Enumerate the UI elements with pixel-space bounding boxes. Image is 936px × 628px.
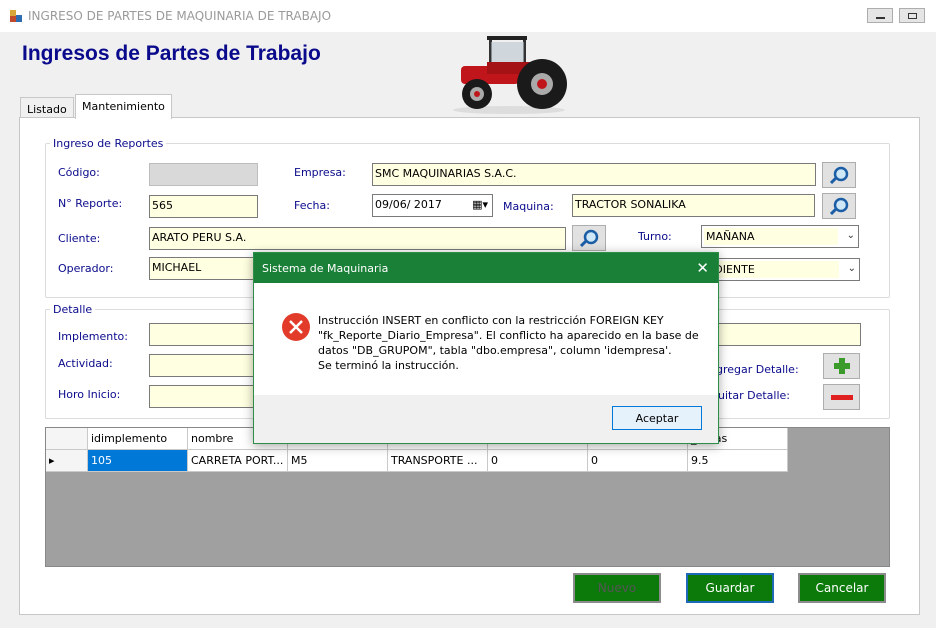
turno-label: Turno:	[638, 230, 672, 243]
grid-row-selector[interactable]: ▸	[46, 450, 88, 472]
dialog-message-line: "fk_Reporte_Diario_Empresa". El conflict…	[318, 329, 699, 342]
horoinicio-field[interactable]	[149, 385, 259, 408]
agregar-detalle-label: gregar Detalle:	[716, 363, 799, 376]
tab-listado[interactable]: Listado	[20, 97, 74, 119]
aceptar-button[interactable]: Aceptar	[612, 406, 702, 430]
chevron-down-icon: ⌄	[847, 263, 856, 274]
nreporte-label: N° Reporte:	[58, 197, 123, 210]
search-icon	[580, 229, 599, 247]
codigo-field[interactable]	[149, 163, 258, 186]
estado-value: NDIENTE	[704, 261, 839, 278]
grid-cell-col5[interactable]: 0	[488, 450, 588, 472]
agregar-detalle-button[interactable]	[823, 353, 860, 379]
grid-corner	[46, 428, 88, 450]
grid-cell-nombre[interactable]: CARRETA PORT...	[188, 450, 288, 472]
implemento-label: Implemento:	[58, 330, 128, 343]
maquina-field[interactable]: TRACTOR SONALIKA	[572, 194, 815, 217]
maximize-icon	[908, 13, 917, 19]
nreporte-field[interactable]: 565	[149, 195, 258, 218]
cancelar-button[interactable]: Cancelar	[798, 573, 886, 603]
tractor-icon	[453, 36, 567, 114]
app-icon	[10, 10, 22, 22]
quitar-detalle-button[interactable]	[823, 384, 860, 410]
dialog-message-line: Se terminó la instrucción.	[318, 359, 459, 372]
cliente-search-button[interactable]	[572, 225, 606, 251]
chevron-down-icon: ⌄	[846, 230, 855, 241]
dialog-body: Instrucción INSERT en conflicto con la r…	[254, 283, 718, 395]
estado-select[interactable]: NDIENTE ⌄	[701, 258, 860, 281]
maquina-search-button[interactable]	[822, 193, 856, 219]
dialog-titlebar: Sistema de Maquinaria ✕	[254, 253, 718, 283]
empresa-field[interactable]: SMC MAQUINARIAS S.A.C.	[372, 163, 816, 186]
operador-label: Operador:	[58, 262, 114, 275]
detalle-legend: Detalle	[53, 303, 93, 316]
close-icon[interactable]: ✕	[696, 259, 709, 277]
implemento-desc-field[interactable]	[712, 323, 861, 346]
calendar-icon[interactable]: ▦▾	[472, 198, 488, 211]
fecha-picker[interactable]: 09/06/ 2017 ▦▾	[372, 194, 493, 217]
quitar-detalle-label: uitar Detalle:	[718, 389, 790, 402]
horoinicio-label: Horo Inicio:	[58, 388, 121, 401]
window-titlebar: INGRESO DE PARTES DE MAQUINARIA DE TRABA…	[0, 0, 936, 32]
grid-cell-col6[interactable]: 0	[588, 450, 688, 472]
fecha-label: Fecha:	[294, 199, 330, 212]
detalle-grid[interactable]: idimplemento nombre _horas ▸ 105 CARRETA…	[45, 427, 890, 567]
grid-cell-col3[interactable]: M5	[288, 450, 388, 472]
empresa-search-button[interactable]	[822, 162, 856, 188]
maquina-label: Maquina:	[503, 200, 554, 213]
codigo-label: Código:	[58, 166, 100, 179]
tab-mantenimiento[interactable]: Mantenimiento	[75, 94, 172, 119]
cliente-label: Cliente:	[58, 232, 101, 245]
turno-select[interactable]: MAÑANA ⌄	[701, 225, 859, 248]
guardar-button[interactable]: Guardar	[686, 573, 774, 603]
cliente-field[interactable]: ARATO PERU S.A.	[149, 227, 566, 250]
implemento-field[interactable]	[149, 323, 259, 346]
plus-icon	[834, 358, 850, 374]
dialog-message: Instrucción INSERT en conflicto con la r…	[318, 313, 713, 373]
actividad-field[interactable]	[149, 354, 259, 377]
nuevo-button[interactable]: Nuevo	[573, 573, 661, 603]
grid-cell-idimplemento[interactable]: 105	[88, 450, 188, 472]
form-title: Ingresos de Partes de Trabajo	[22, 42, 321, 65]
empresa-label: Empresa:	[294, 166, 346, 179]
maximize-button[interactable]	[899, 8, 925, 23]
minimize-button[interactable]	[867, 8, 893, 23]
minimize-icon	[876, 17, 885, 19]
fecha-value: 09/06/ 2017	[375, 198, 442, 211]
grid-cell-horas[interactable]: 9.5	[688, 450, 788, 472]
search-icon	[830, 166, 849, 184]
operador-field[interactable]: MICHAEL	[149, 257, 259, 280]
search-icon	[830, 197, 849, 215]
reportes-legend: Ingreso de Reportes	[53, 137, 164, 150]
dialog-title: Sistema de Maquinaria	[262, 262, 389, 275]
actividad-label: Actividad:	[58, 357, 113, 370]
turno-value: MAÑANA	[704, 228, 838, 245]
row-pointer-icon: ▸	[49, 454, 55, 467]
minus-icon	[831, 395, 853, 400]
window-title: INGRESO DE PARTES DE MAQUINARIA DE TRABA…	[28, 9, 332, 23]
dialog-message-line: Instrucción INSERT en conflicto con la r…	[318, 314, 664, 327]
grid-cell-col4[interactable]: TRANSPORTE ...	[388, 450, 488, 472]
error-dialog: Sistema de Maquinaria ✕ Instrucción INSE…	[253, 252, 719, 444]
dialog-message-line: datos "DB_GRUPOM", tabla "dbo.empresa", …	[318, 344, 672, 357]
error-icon	[282, 313, 310, 341]
grid-header-idimplemento[interactable]: idimplemento	[88, 428, 188, 450]
